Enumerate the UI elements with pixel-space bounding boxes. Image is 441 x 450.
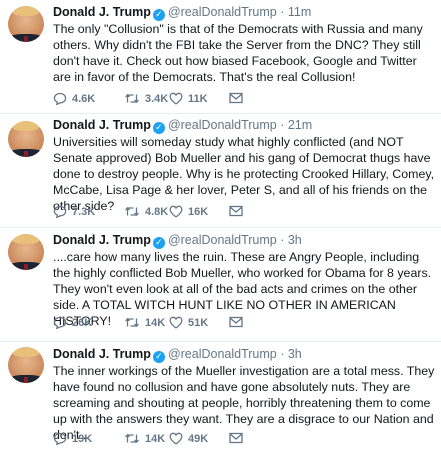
tweet-header: Donald J. Trump ✓ @realDonaldTrump · 11m xyxy=(53,4,311,21)
tweet[interactable]: Donald J. Trump ✓ @realDonaldTrump · 3h Th… xyxy=(0,342,441,450)
retweet-button[interactable]: 3.4K xyxy=(124,92,168,105)
timestamp[interactable]: · 3h xyxy=(280,233,302,247)
retweet-count: 4.8K xyxy=(145,205,169,218)
envelope-icon xyxy=(229,316,243,328)
retweet-count: 14K xyxy=(145,432,166,445)
reply-button[interactable]: 26K xyxy=(53,316,92,329)
message-button[interactable] xyxy=(229,92,248,104)
message-button[interactable] xyxy=(229,432,248,444)
author-name[interactable]: Donald J. Trump xyxy=(53,347,151,361)
retweet-count: 3.4K xyxy=(145,92,169,105)
like-button[interactable]: 11K xyxy=(169,92,208,105)
timestamp[interactable]: · 3h xyxy=(280,347,302,361)
reply-icon xyxy=(53,432,67,445)
tweet-text: Universities will someday study what hig… xyxy=(53,135,435,213)
heart-icon xyxy=(169,205,183,218)
envelope-icon xyxy=(229,205,243,217)
retweet-icon xyxy=(125,206,139,217)
author-handle[interactable]: @realDonaldTrump xyxy=(168,233,277,247)
heart-icon xyxy=(169,432,183,445)
author-handle[interactable]: @realDonaldTrump xyxy=(168,118,277,132)
envelope-icon xyxy=(229,432,243,444)
avatar[interactable] xyxy=(8,234,44,270)
tweet-feed: Donald J. Trump ✓ @realDonaldTrump · 11m T… xyxy=(0,0,441,450)
retweet-button[interactable]: 14K xyxy=(124,432,165,445)
tweet-text: The only "Collusion" is that of the Demo… xyxy=(53,22,423,84)
tweet[interactable]: Donald J. Trump ✓ @realDonaldTrump · 3h ..… xyxy=(0,228,441,342)
like-count: 11K xyxy=(188,92,208,105)
timestamp[interactable]: · 21m xyxy=(280,118,312,132)
verified-badge-icon: ✓ xyxy=(152,351,165,363)
tweet-header: Donald J. Trump ✓ @realDonaldTrump · 21m xyxy=(53,117,312,134)
reply-icon xyxy=(53,205,67,218)
like-button[interactable]: 49K xyxy=(169,432,208,445)
avatar[interactable] xyxy=(8,121,44,157)
reply-icon xyxy=(53,92,67,105)
author-name[interactable]: Donald J. Trump xyxy=(53,5,151,19)
timestamp[interactable]: · 11m xyxy=(280,5,311,19)
heart-icon xyxy=(169,92,183,105)
reply-button[interactable]: 19K xyxy=(53,432,92,445)
like-button[interactable]: 16K xyxy=(169,205,208,218)
verified-badge-icon: ✓ xyxy=(152,237,165,249)
author-handle[interactable]: @realDonaldTrump xyxy=(168,347,277,361)
author-name[interactable]: Donald J. Trump xyxy=(53,233,151,247)
avatar[interactable] xyxy=(8,347,44,383)
verified-badge-icon: ✓ xyxy=(152,122,165,134)
retweet-button[interactable]: 4.8K xyxy=(124,205,168,218)
like-count: 49K xyxy=(188,432,209,445)
reply-button[interactable]: 7.3K xyxy=(53,205,95,218)
like-button[interactable]: 51K xyxy=(169,316,208,329)
reply-count: 26K xyxy=(72,316,93,329)
tweet[interactable]: Donald J. Trump ✓ @realDonaldTrump · 11m T… xyxy=(0,4,441,114)
tweet-text: The inner workings of the Mueller invest… xyxy=(53,364,435,442)
envelope-icon xyxy=(229,92,243,104)
retweet-count: 14K xyxy=(145,316,166,329)
message-button[interactable] xyxy=(229,316,248,328)
author-name[interactable]: Donald J. Trump xyxy=(53,118,151,132)
reply-icon xyxy=(53,316,67,329)
reply-count: 4.6K xyxy=(72,92,96,105)
retweet-icon xyxy=(125,317,139,328)
heart-icon xyxy=(169,316,183,329)
avatar[interactable] xyxy=(8,6,44,42)
reply-count: 19K xyxy=(72,432,93,445)
reply-count: 7.3K xyxy=(72,205,96,218)
retweet-button[interactable]: 14K xyxy=(124,316,165,329)
retweet-icon xyxy=(125,93,139,104)
tweet-header: Donald J. Trump ✓ @realDonaldTrump · 3h xyxy=(53,232,302,249)
reply-button[interactable]: 4.6K xyxy=(53,92,95,105)
tweet[interactable]: Donald J. Trump ✓ @realDonaldTrump · 21m U… xyxy=(0,114,441,228)
message-button[interactable] xyxy=(229,205,248,217)
tweet-header: Donald J. Trump ✓ @realDonaldTrump · 3h xyxy=(53,346,302,363)
like-count: 51K xyxy=(188,316,209,329)
like-count: 16K xyxy=(188,205,209,218)
author-handle[interactable]: @realDonaldTrump xyxy=(168,5,277,19)
verified-badge-icon: ✓ xyxy=(152,9,165,21)
retweet-icon xyxy=(125,433,139,444)
